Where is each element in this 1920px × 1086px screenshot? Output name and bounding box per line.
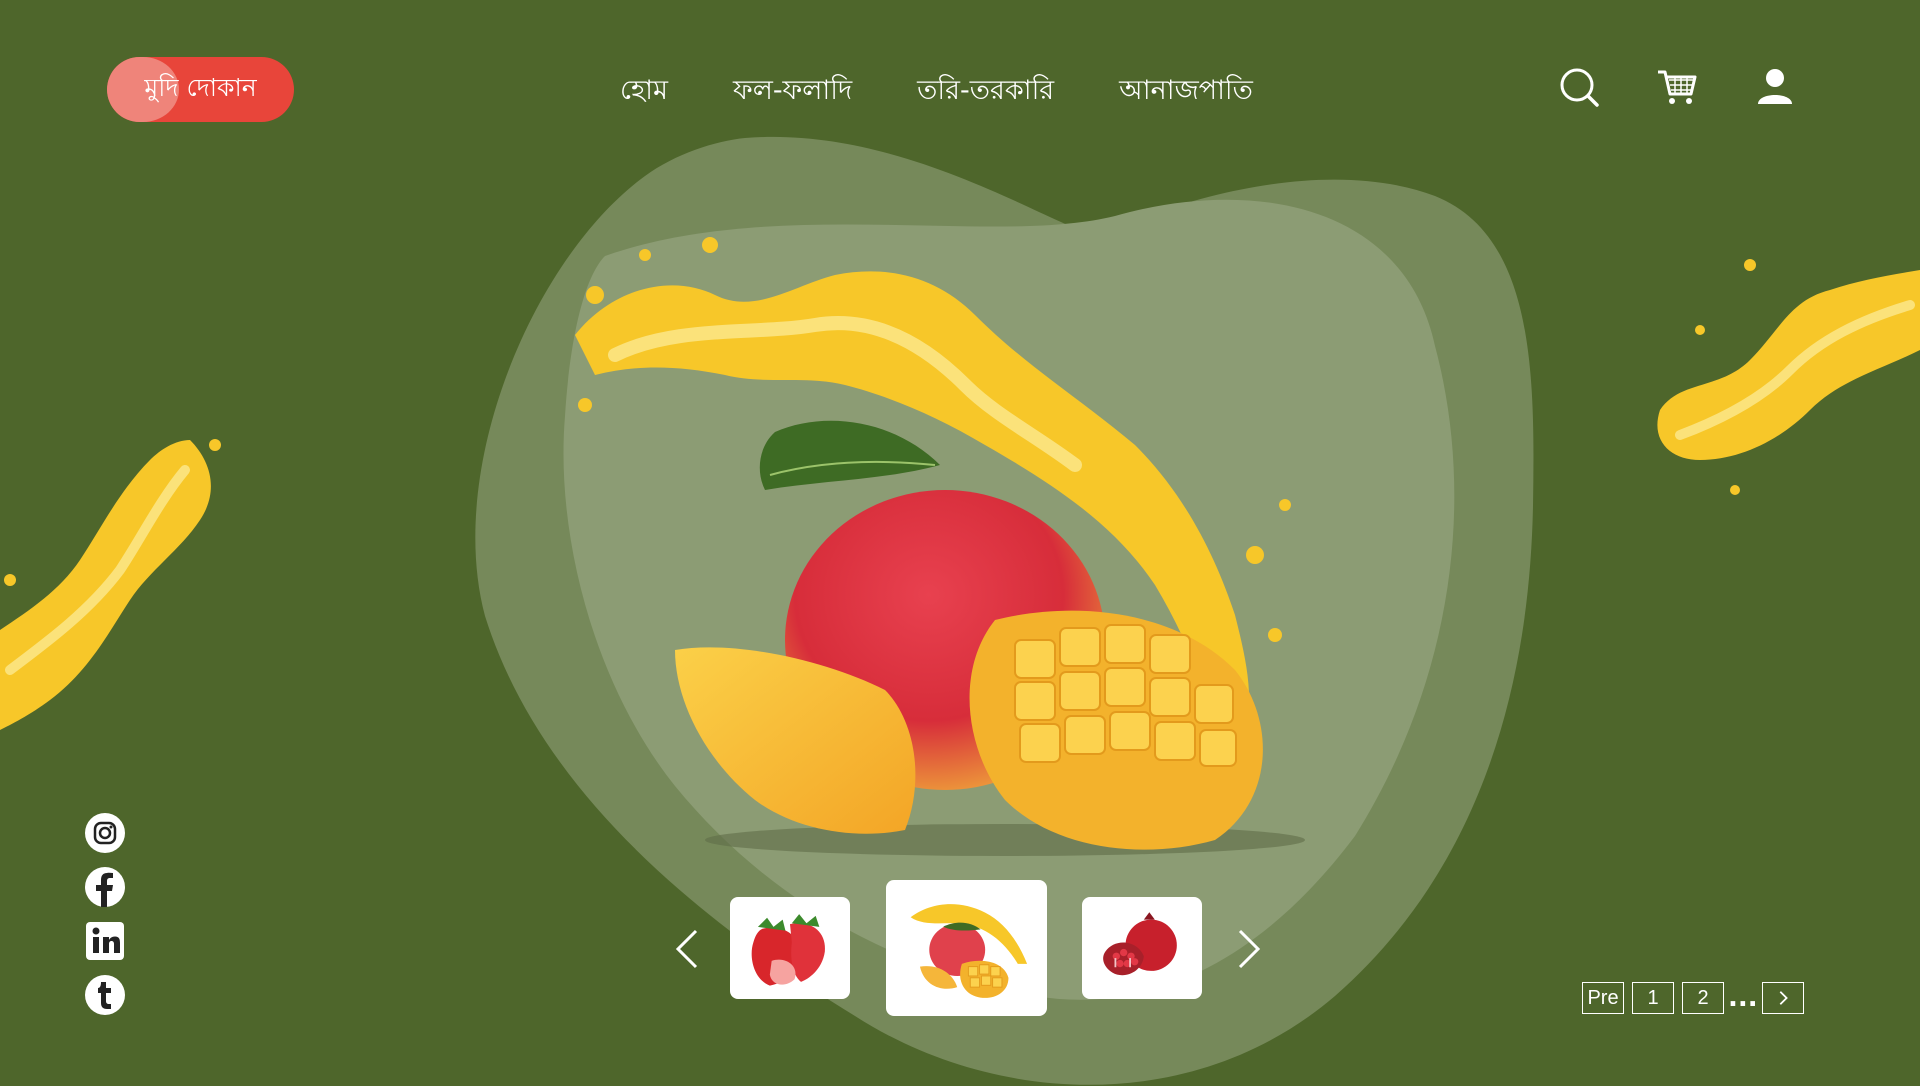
nav-item-produce[interactable]: আনাজপাতি <box>1119 70 1253 115</box>
cart-icon[interactable] <box>1656 66 1698 108</box>
pagination-next-button[interactable] <box>1761 982 1804 1014</box>
brand-name: মুদি দোকান <box>144 73 257 102</box>
pagination-prev-button[interactable]: Pre <box>1582 982 1624 1014</box>
social-links <box>84 812 126 1016</box>
nav-item-fruits[interactable]: ফল-ফলাদি <box>733 70 852 115</box>
hero-mango-image <box>675 420 1305 856</box>
juice-splash-right <box>1657 259 1920 495</box>
tumblr-icon[interactable] <box>84 974 126 1016</box>
brand-logo[interactable]: মুদি দোকান <box>107 57 294 122</box>
pagination: Pre 1 2 ... <box>1582 982 1804 1014</box>
strawberry-image <box>751 914 825 986</box>
juice-splash-left <box>0 439 221 730</box>
pagination-page-2[interactable]: 2 <box>1682 982 1724 1014</box>
main-nav: হোম ফল-ফলাদি তরি-তরকারি আনাজপাতি <box>620 70 1253 115</box>
carousel-thumb-mango[interactable] <box>886 880 1047 1016</box>
search-icon[interactable] <box>1558 66 1600 108</box>
facebook-icon[interactable] <box>84 866 126 908</box>
chevron-right-icon <box>1779 991 1788 1005</box>
carousel-prev-arrow[interactable] <box>668 925 708 973</box>
carousel-next-arrow[interactable] <box>1228 925 1268 973</box>
carousel-thumb-pomegranate[interactable] <box>1082 897 1202 999</box>
user-icon[interactable] <box>1754 66 1796 108</box>
header-icons <box>1558 66 1796 108</box>
pagination-ellipsis: ... <box>1728 983 1758 1013</box>
mango-image <box>910 904 1027 998</box>
pomegranate-image <box>1103 912 1177 976</box>
carousel-thumb-strawberry[interactable] <box>730 897 850 999</box>
instagram-icon[interactable] <box>84 812 126 854</box>
linkedin-icon[interactable] <box>84 920 126 962</box>
nav-item-vegetables[interactable]: তরি-তরকারি <box>917 70 1054 115</box>
pagination-page-1[interactable]: 1 <box>1632 982 1674 1014</box>
nav-item-home[interactable]: হোম <box>620 70 668 115</box>
